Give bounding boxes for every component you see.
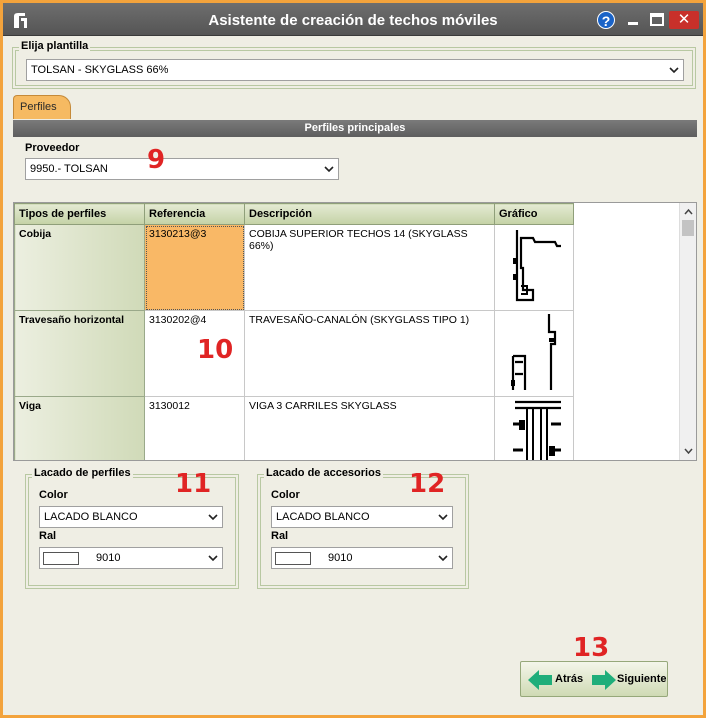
template-legend: Elija plantilla xyxy=(19,40,91,52)
accessories-ral-select[interactable]: 9010 xyxy=(271,547,453,569)
provider-label: Proveedor xyxy=(25,142,80,154)
table-row[interactable]: Cobija 3130213@3 COBIJA SUPERIOR TECHOS … xyxy=(14,224,574,311)
annotation-12: 12 xyxy=(409,469,446,499)
row-type: Viga xyxy=(14,396,145,460)
profile-drawing-icon xyxy=(513,230,561,302)
profiles-color-select[interactable]: LACADO BLANCO xyxy=(39,506,223,528)
chevron-down-icon[interactable] xyxy=(683,446,694,456)
minimize-icon[interactable] xyxy=(623,11,643,29)
reference-cell[interactable]: 3130012 xyxy=(144,396,245,460)
ral-label: Ral xyxy=(271,530,289,542)
annotation-9: 9 xyxy=(147,145,166,175)
chevron-down-icon xyxy=(208,514,218,521)
profiles-ral-select[interactable]: 9010 xyxy=(39,547,223,569)
chevron-up-icon[interactable] xyxy=(683,207,694,217)
chevron-down-icon xyxy=(438,514,448,521)
table-row[interactable]: Travesaño horizontal 3130202@4 TRAVESAÑO… xyxy=(14,310,574,397)
template-select[interactable]: TOLSAN - SKYGLASS 66% xyxy=(26,59,684,81)
annotation-13: 13 xyxy=(573,633,610,663)
close-button[interactable]: ✕ xyxy=(669,11,699,29)
accessories-ral-value: 9010 xyxy=(328,552,353,564)
lacquer-accessories-legend: Lacado de accesorios xyxy=(264,467,383,479)
next-label: Siguiente xyxy=(617,673,667,685)
profile-drawing-icon xyxy=(511,314,557,390)
ral-color-swatch xyxy=(275,552,311,565)
provider-value: 9950.- TOLSAN xyxy=(30,163,108,175)
template-value: TOLSAN - SKYGLASS 66% xyxy=(31,64,169,76)
wizard-window: Asistente de creación de techos móviles … xyxy=(0,0,706,718)
graphic-cell xyxy=(494,224,574,311)
vertical-scrollbar[interactable] xyxy=(679,203,696,460)
profiles-table: Tipos de perfiles Referencia Descripción… xyxy=(13,202,697,461)
table-row[interactable]: Viga 3130012 VIGA 3 CARRILES SKYGLASS xyxy=(14,396,574,460)
color-label: Color xyxy=(271,489,300,501)
template-group: Elija plantilla TOLSAN - SKYGLASS 66% xyxy=(12,40,696,89)
chevron-down-icon xyxy=(438,555,448,562)
description-cell[interactable]: TRAVESAÑO-CANALÓN (SKYGLASS TIPO 1) xyxy=(244,310,495,397)
chevron-down-icon xyxy=(669,67,679,74)
ral-label: Ral xyxy=(39,530,57,542)
tab-perfiles[interactable]: Perfiles xyxy=(13,95,71,119)
accessories-color-select[interactable]: LACADO BLANCO xyxy=(271,506,453,528)
description-cell[interactable]: COBIJA SUPERIOR TECHOS 14 (SKYGLASS 66%) xyxy=(244,224,495,311)
title-bar[interactable]: Asistente de creación de techos móviles … xyxy=(3,3,703,36)
section-header: Perfiles principales xyxy=(13,120,697,137)
arrow-right-icon xyxy=(592,670,616,690)
scroll-thumb[interactable] xyxy=(682,220,694,236)
chevron-down-icon xyxy=(208,555,218,562)
annotation-11: 11 xyxy=(175,469,212,499)
provider-select[interactable]: 9950.- TOLSAN xyxy=(25,158,339,180)
column-header-referencia[interactable]: Referencia xyxy=(144,203,245,225)
graphic-cell xyxy=(494,396,574,460)
ral-color-swatch xyxy=(43,552,79,565)
maximize-icon[interactable] xyxy=(647,11,667,29)
back-button[interactable]: Atrás xyxy=(525,662,591,696)
next-button[interactable]: Siguiente xyxy=(591,662,667,696)
annotation-10: 10 xyxy=(197,335,234,365)
column-header-descripcion[interactable]: Descripción xyxy=(244,203,495,225)
arrow-left-icon xyxy=(528,670,552,690)
profile-drawing-icon xyxy=(513,400,561,460)
column-header-grafico[interactable]: Gráfico xyxy=(494,203,574,225)
column-header-tipo[interactable]: Tipos de perfiles xyxy=(14,203,145,225)
row-type: Cobija xyxy=(14,224,145,311)
color-label: Color xyxy=(39,489,68,501)
chevron-down-icon xyxy=(324,166,334,173)
profiles-ral-value: 9010 xyxy=(96,552,121,564)
accessories-color-value: LACADO BLANCO xyxy=(276,511,370,523)
navigation-panel: Atrás Siguiente xyxy=(520,661,668,697)
lacquer-profiles-legend: Lacado de perfiles xyxy=(32,467,133,479)
back-label: Atrás xyxy=(555,673,584,685)
profiles-color-value: LACADO BLANCO xyxy=(44,511,138,523)
reference-cell[interactable]: 3130213@3 xyxy=(144,224,245,311)
graphic-cell xyxy=(494,310,574,397)
help-button[interactable]: ? xyxy=(597,11,615,29)
description-cell[interactable]: VIGA 3 CARRILES SKYGLASS xyxy=(244,396,495,460)
row-type: Travesaño horizontal xyxy=(14,310,145,397)
